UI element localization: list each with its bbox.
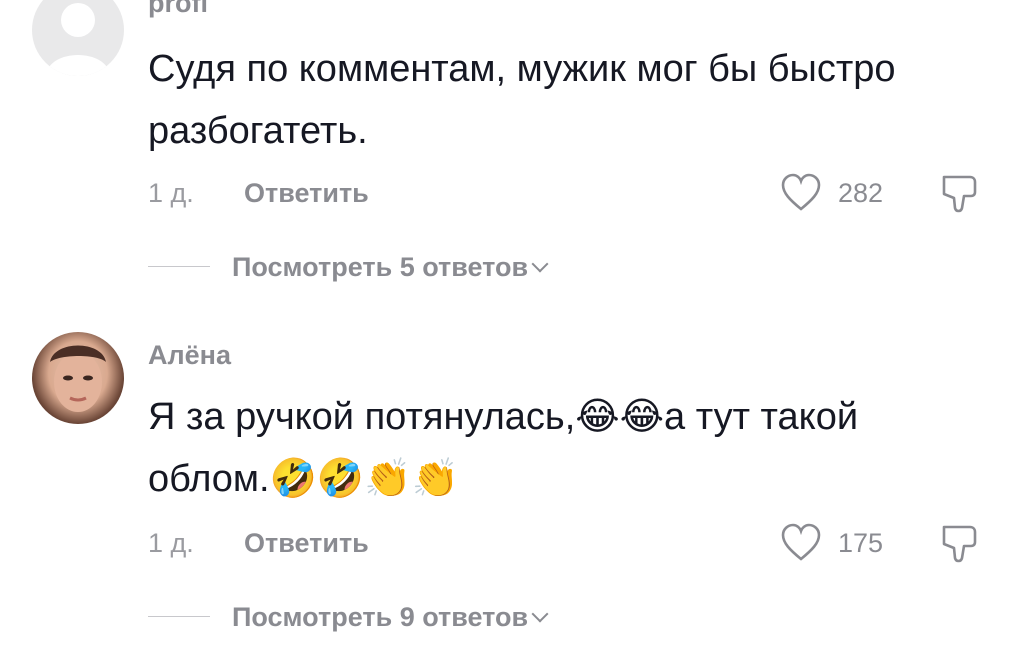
view-replies-label: Посмотреть 9 ответов [232, 602, 529, 632]
reply-button[interactable]: Ответить [244, 528, 369, 559]
like-count: 175 [838, 528, 884, 558]
chevron-down-icon [531, 255, 549, 273]
comment-username[interactable]: profi [148, 0, 208, 19]
thumbs-down-icon[interactable] [940, 522, 980, 566]
comment-time: 1 д. [148, 528, 194, 558]
chevron-down-icon [531, 605, 549, 623]
divider [148, 616, 210, 617]
view-replies-button[interactable]: Посмотреть 5 ответов [232, 252, 549, 283]
heart-outline-icon[interactable] [780, 172, 822, 214]
divider [148, 266, 210, 267]
comment-time: 1 д. [148, 178, 194, 208]
thumbs-down-icon[interactable] [940, 172, 980, 216]
like-count: 282 [838, 178, 884, 208]
avatar[interactable] [32, 332, 124, 424]
view-replies-label: Посмотреть 5 ответов [232, 252, 529, 282]
heart-outline-icon[interactable] [780, 522, 822, 564]
reply-button[interactable]: Ответить [244, 178, 369, 209]
comment-text-line: Я за ручкой потянулась,😂😂а тут такой [148, 396, 859, 438]
comment-text: Я за ручкой потянулась,😂😂а тут такой обл… [148, 386, 978, 510]
avatar[interactable] [32, 0, 124, 76]
view-replies-button[interactable]: Посмотреть 9 ответов [232, 602, 549, 633]
comment-username[interactable]: Алёна [148, 340, 231, 371]
comment-text: Судя по комментам, мужик мог бы быстро р… [148, 48, 896, 152]
comment-text-line: облом.🤣🤣👏👏 [148, 458, 459, 500]
